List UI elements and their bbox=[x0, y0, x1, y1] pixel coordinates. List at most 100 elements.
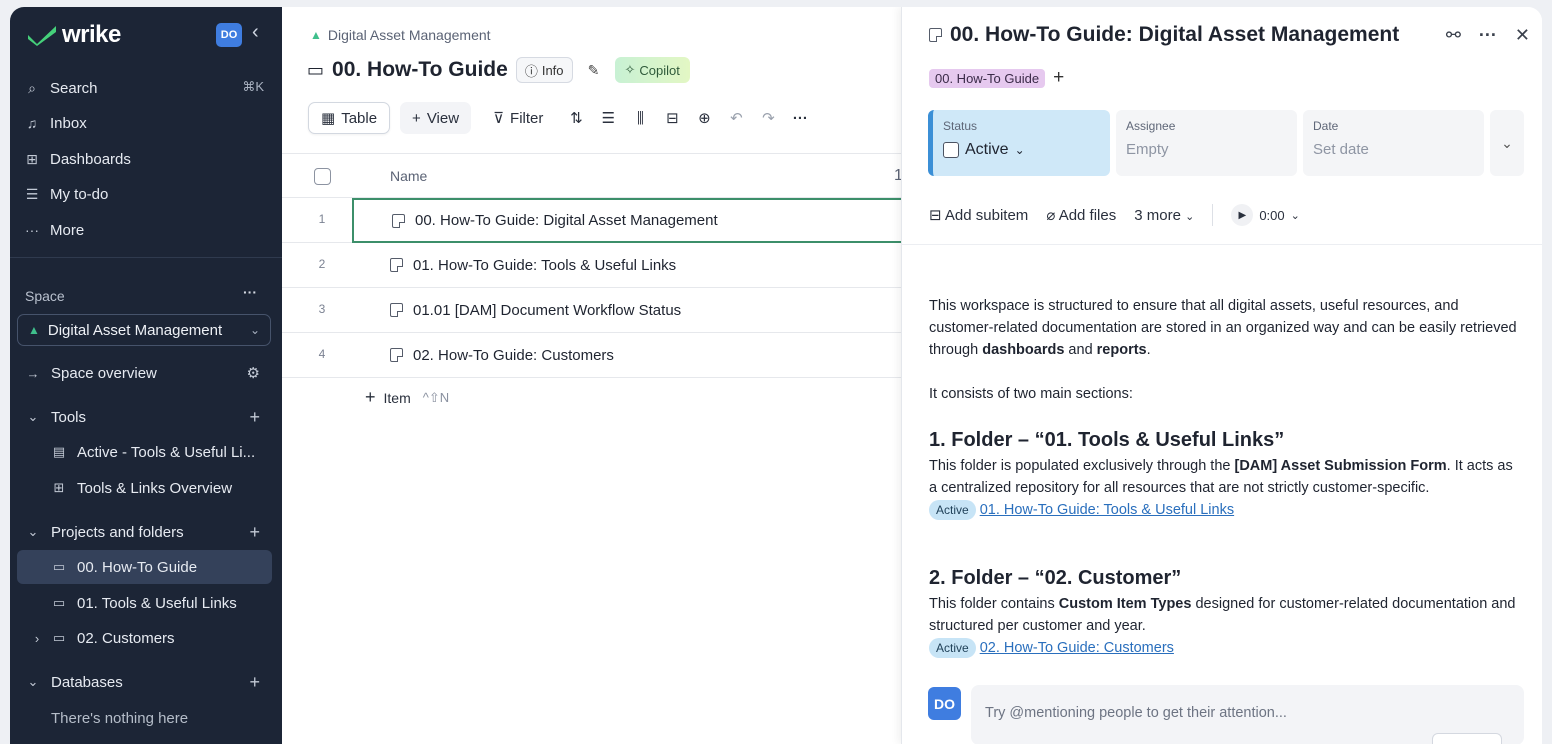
date-field[interactable]: Date Set date bbox=[1303, 110, 1484, 176]
undo-icon[interactable]: ↶ bbox=[725, 109, 747, 127]
copilot-button[interactable]: ✧ Copilot bbox=[614, 57, 690, 83]
info-button[interactable]: ⓘ Info bbox=[515, 57, 573, 83]
folder-tag[interactable]: 00. How-To Guide bbox=[929, 68, 1046, 88]
more-dropdown-button[interactable]: 3 more ⌄ bbox=[1134, 207, 1194, 224]
assignee-value: Empty bbox=[1126, 141, 1169, 158]
table-row[interactable]: 4 02. How-To Guide: Customers bbox=[282, 333, 902, 378]
user-avatar[interactable]: DO bbox=[216, 23, 242, 47]
detail-tags: 00. How-To Guide + bbox=[929, 67, 1064, 89]
breadcrumb[interactable]: ▲ Digital Asset Management bbox=[310, 27, 491, 43]
description-content[interactable]: This workspace is structured to ensure t… bbox=[929, 295, 1519, 678]
intro-paragraph: This workspace is structured to ensure t… bbox=[929, 295, 1519, 361]
nav-search[interactable]: ⌕ Search bbox=[24, 74, 97, 102]
redo-icon[interactable]: ↷ bbox=[757, 109, 779, 127]
select-all-checkbox[interactable] bbox=[314, 168, 331, 185]
space-overview-label: Space overview bbox=[51, 364, 157, 382]
tools-section[interactable]: ⌄ Tools + bbox=[17, 400, 272, 434]
nav-dashboards[interactable]: ⊞ Dashboards bbox=[24, 145, 131, 173]
table-row[interactable]: 3 01.01 [DAM] Document Workflow Status bbox=[282, 288, 902, 333]
document-icon bbox=[392, 213, 405, 228]
chevron-right-icon[interactable]: › bbox=[29, 631, 45, 646]
add-tag-icon[interactable]: + bbox=[1053, 67, 1064, 89]
folder-icon: ▭ bbox=[52, 630, 66, 645]
assignee-field[interactable]: Assignee Empty bbox=[1116, 110, 1297, 176]
filter-button[interactable]: ⊽ Filter bbox=[481, 102, 555, 134]
projects-section[interactable]: ⌄ Projects and folders + bbox=[17, 515, 272, 549]
intro-bold-dashboards: dashboards bbox=[982, 342, 1065, 358]
add-subitem-button[interactable]: ⊟ Add subitem bbox=[929, 206, 1028, 224]
group-icon[interactable]: ☰ bbox=[597, 109, 619, 127]
consists-paragraph: It consists of two main sections: bbox=[929, 386, 1133, 402]
tree-item-active-tools[interactable]: ▤ Active - Tools & Useful Li... bbox=[17, 435, 272, 469]
add-database-icon[interactable]: + bbox=[249, 672, 260, 693]
status-field[interactable]: Status Active ⌄ bbox=[928, 110, 1110, 176]
more-icon[interactable]: ··· bbox=[789, 110, 811, 127]
comment-input[interactable]: Try @mentioning people to get their atte… bbox=[971, 685, 1524, 744]
table-row[interactable]: 1 00. How-To Guide: Digital Asset Manage… bbox=[282, 198, 912, 243]
globe-icon[interactable]: ⊕ bbox=[693, 109, 715, 127]
status-checkbox[interactable] bbox=[943, 142, 959, 158]
space-more-icon[interactable]: ··· bbox=[243, 284, 257, 300]
row-name-cell[interactable]: 02. How-To Guide: Customers bbox=[352, 333, 912, 377]
pin-icon[interactable]: ✎ bbox=[581, 57, 607, 83]
row-name-cell[interactable]: 01. How-To Guide: Tools & Useful Links bbox=[352, 243, 912, 287]
status-text: Active bbox=[965, 141, 1009, 158]
detail-title[interactable]: 00. How-To Guide: Digital Asset Manageme… bbox=[950, 23, 1399, 47]
table-label: Table bbox=[341, 109, 378, 127]
nav-more[interactable]: ··· More bbox=[24, 216, 84, 244]
document-icon bbox=[390, 258, 403, 272]
add-tool-icon[interactable]: + bbox=[249, 407, 260, 428]
document-icon bbox=[390, 303, 403, 317]
tree-item-tools-links[interactable]: ▭ 01. Tools & Useful Links bbox=[17, 586, 272, 620]
add-files-button[interactable]: ⌀ Add files bbox=[1046, 206, 1116, 224]
nav-inbox[interactable]: ♫ Inbox bbox=[24, 109, 87, 137]
overview-arrow-icon: → bbox=[26, 365, 40, 381]
more-icon[interactable]: ··· bbox=[1479, 25, 1497, 46]
item-detail-panel: 00. How-To Guide: Digital Asset Manageme… bbox=[901, 7, 1542, 744]
folder-icon: ▭ bbox=[307, 59, 325, 80]
sort-icon[interactable]: ⇅ bbox=[565, 109, 587, 127]
timer-button[interactable]: ▶ 0:00 ⌄ bbox=[1231, 204, 1300, 226]
page-title[interactable]: 00. How-To Guide bbox=[332, 58, 508, 82]
space-selector[interactable]: ▲ Digital Asset Management ⌄ bbox=[17, 314, 271, 346]
wrike-logo[interactable]: wrike bbox=[26, 21, 121, 49]
expand-fields-icon[interactable]: ⌄ bbox=[1490, 110, 1524, 176]
table-view-button[interactable]: ▦ Table bbox=[308, 102, 391, 134]
space-overview-item[interactable]: → Space overview ⚙ bbox=[17, 356, 272, 390]
intro-and: and bbox=[1064, 342, 1097, 358]
collapse-sidebar-icon[interactable]: ‹ bbox=[252, 21, 259, 44]
column-name-header[interactable]: Name bbox=[390, 168, 427, 184]
nav-label: Inbox bbox=[50, 114, 87, 132]
table-row[interactable]: 2 01. How-To Guide: Tools & Useful Links bbox=[282, 243, 902, 288]
row-name-cell[interactable]: 00. How-To Guide: Digital Asset Manageme… bbox=[352, 198, 912, 243]
tree-item-customers[interactable]: › ▭ 02. Customers bbox=[17, 621, 272, 655]
comment-placeholder: Try @mentioning people to get their atte… bbox=[985, 705, 1287, 721]
send-button[interactable] bbox=[1432, 733, 1502, 744]
close-icon[interactable]: ✕ bbox=[1515, 25, 1530, 46]
status-label: Status bbox=[943, 119, 978, 133]
link-icon[interactable]: ⚯ bbox=[1446, 25, 1461, 46]
breadcrumb-label[interactable]: Digital Asset Management bbox=[328, 27, 491, 43]
graduation-cap-icon: ▲ bbox=[310, 28, 322, 42]
tree-item-label: Active - Tools & Useful Li... bbox=[77, 443, 256, 461]
link-tools-guide[interactable]: 01. How-To Guide: Tools & Useful Links bbox=[980, 502, 1234, 518]
row-name-cell[interactable]: 01.01 [DAM] Document Workflow Status bbox=[352, 288, 912, 332]
columns-icon[interactable]: ⫼ bbox=[629, 110, 651, 127]
add-item-button[interactable]: + Item ^⇧N bbox=[365, 387, 449, 408]
detail-toolbar: ⊟ Add subitem ⌀ Add files 3 more ⌄ ▶ 0:0… bbox=[929, 204, 1529, 226]
tools-label: Tools bbox=[51, 408, 87, 426]
status-value[interactable]: Active ⌄ bbox=[943, 141, 1100, 159]
settings-gear-icon[interactable]: ⚙ bbox=[247, 364, 260, 382]
main-area: ▲ Digital Asset Management ▭ 00. How-To … bbox=[282, 7, 912, 744]
link-row-1: Active 01. How-To Guide: Tools & Useful L… bbox=[929, 499, 1519, 521]
date-value: Set date bbox=[1313, 141, 1369, 158]
add-view-button[interactable]: + View bbox=[400, 102, 472, 134]
tree-item-how-to-guide[interactable]: ▭ 00. How-To Guide bbox=[17, 550, 272, 584]
link-customers-guide[interactable]: 02. How-To Guide: Customers bbox=[980, 640, 1174, 656]
tree-item-tools-overview[interactable]: ⊞ Tools & Links Overview bbox=[17, 471, 272, 505]
detail-fields: Status Active ⌄ Assignee Empty Date Set … bbox=[928, 110, 1524, 176]
databases-section[interactable]: ⌄ Databases + bbox=[17, 665, 272, 699]
nav-my-todo[interactable]: ☰ My to-do bbox=[24, 180, 109, 208]
add-project-icon[interactable]: + bbox=[249, 522, 260, 543]
hierarchy-icon[interactable]: ⊟ bbox=[661, 109, 683, 127]
